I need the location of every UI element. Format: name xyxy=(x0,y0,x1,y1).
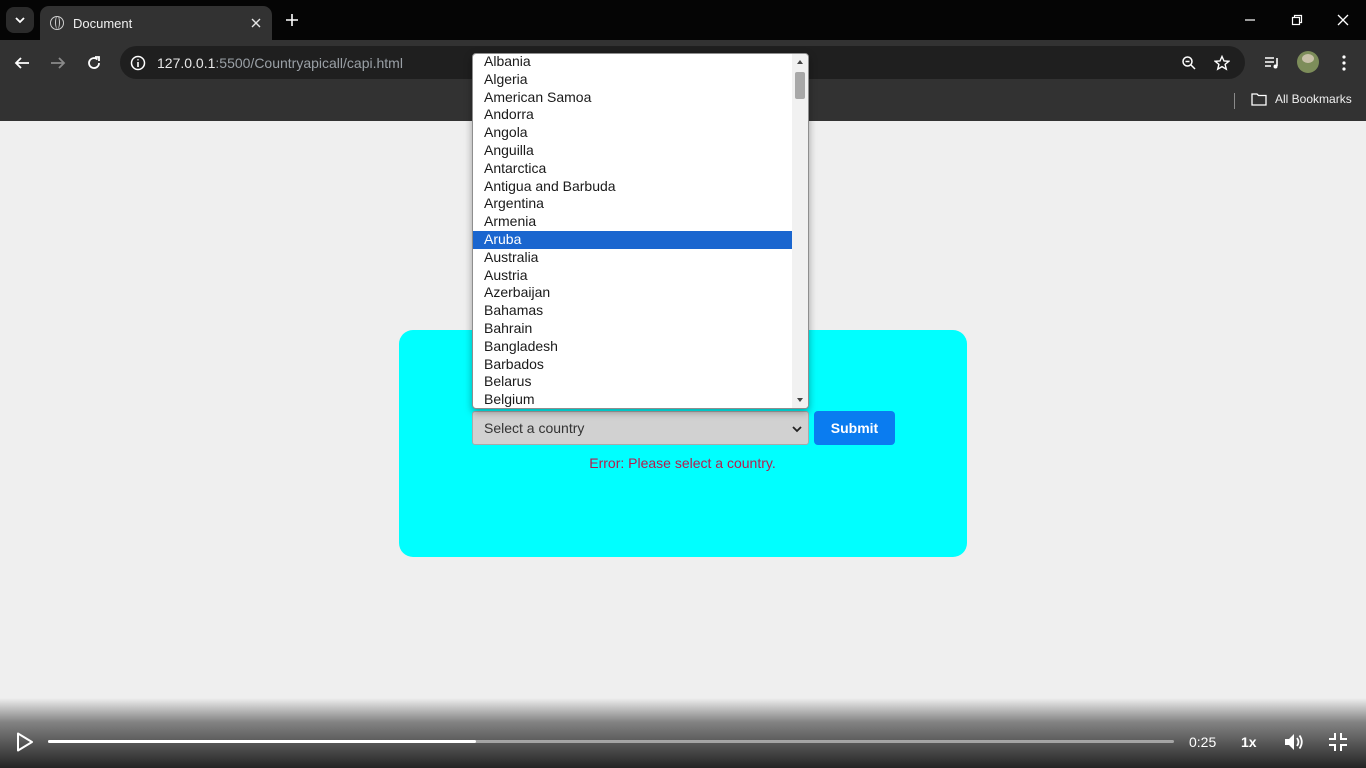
country-option[interactable]: Anguilla xyxy=(473,142,793,160)
bookmark-star-icon[interactable] xyxy=(1211,52,1233,74)
bookmarks-separator xyxy=(1234,93,1235,109)
country-options: Albania Algeria American Samoa Andorra Angol… xyxy=(473,54,793,408)
country-option[interactable]: Albania xyxy=(473,54,793,71)
minimize-icon xyxy=(1245,19,1255,21)
new-tab-button[interactable] xyxy=(280,8,304,32)
country-option[interactable]: Belgium xyxy=(473,391,793,408)
volume-icon xyxy=(1285,734,1303,750)
menu-kebab-icon[interactable] xyxy=(1330,49,1358,77)
country-option[interactable]: Austria xyxy=(473,267,793,285)
reload-button[interactable] xyxy=(80,49,108,77)
country-option[interactable]: Belarus xyxy=(473,373,793,391)
close-icon xyxy=(251,18,261,28)
folder-icon xyxy=(1251,93,1267,106)
exit-fullscreen-button[interactable] xyxy=(1325,729,1351,755)
scrollbar-thumb[interactable] xyxy=(795,72,805,99)
close-window-button[interactable] xyxy=(1329,8,1357,32)
tab-strip: Document xyxy=(0,0,1366,40)
dropdown-scrollbar[interactable] xyxy=(792,54,808,408)
tab-title: Document xyxy=(73,15,133,31)
close-icon xyxy=(1337,14,1349,26)
country-option[interactable]: Azerbaijan xyxy=(473,284,793,302)
back-button[interactable] xyxy=(8,49,36,77)
all-bookmarks-label: All Bookmarks xyxy=(1275,92,1352,106)
profile-avatar[interactable] xyxy=(1297,51,1319,73)
volume-button[interactable] xyxy=(1281,729,1307,755)
forward-button[interactable] xyxy=(44,49,72,77)
minimize-button[interactable] xyxy=(1236,8,1264,32)
site-info-icon[interactable] xyxy=(128,53,148,73)
restore-icon xyxy=(1291,14,1303,26)
video-controls: 0:25 1x xyxy=(0,698,1366,768)
country-select[interactable]: Select a country xyxy=(472,411,809,445)
country-dropdown-list[interactable]: Albania Algeria American Samoa Andorra Angol… xyxy=(472,53,809,409)
all-bookmarks-button[interactable]: All Bookmarks xyxy=(1251,92,1352,106)
country-option[interactable]: Bangladesh xyxy=(473,338,793,356)
country-option[interactable]: Barbados xyxy=(473,356,793,374)
chevron-down-icon xyxy=(15,17,25,24)
error-message: Error: Please select a country. xyxy=(589,455,776,471)
country-option[interactable]: Antarctica xyxy=(473,160,793,178)
submit-button[interactable]: Submit xyxy=(814,411,895,445)
chevron-down-icon xyxy=(792,426,802,433)
back-arrow-icon xyxy=(14,57,29,69)
country-option[interactable]: Andorra xyxy=(473,106,793,124)
plus-icon xyxy=(286,14,298,26)
browser-tab[interactable]: Document xyxy=(40,6,272,40)
reload-icon xyxy=(88,56,100,69)
play-icon xyxy=(17,732,33,752)
tab-close-button[interactable] xyxy=(245,12,267,34)
url-text: 127.0.0.1:5500/Countryapicall/capi.html xyxy=(157,55,403,71)
country-option[interactable]: American Samoa xyxy=(473,89,793,107)
restore-button[interactable] xyxy=(1283,8,1311,32)
globe-icon xyxy=(50,16,64,30)
country-option[interactable]: Bahrain xyxy=(473,320,793,338)
country-option[interactable]: Angola xyxy=(473,124,793,142)
country-option[interactable]: Australia xyxy=(473,249,793,267)
video-progress-fill xyxy=(48,740,476,743)
country-option[interactable]: Antigua and Barbuda xyxy=(473,178,793,196)
forward-arrow-icon xyxy=(51,57,66,69)
exit-fullscreen-icon xyxy=(1329,733,1347,751)
country-option[interactable]: Bahamas xyxy=(473,302,793,320)
scroll-down-arrow-icon[interactable] xyxy=(796,396,804,404)
zoom-icon[interactable] xyxy=(1178,52,1200,74)
country-option[interactable]: Algeria xyxy=(473,71,793,89)
country-option[interactable]: Argentina xyxy=(473,195,793,213)
playback-speed-button[interactable]: 1x xyxy=(1241,734,1257,750)
play-button[interactable] xyxy=(12,730,38,754)
video-progress-bar[interactable] xyxy=(48,740,1174,743)
scroll-up-arrow-icon[interactable] xyxy=(796,58,804,66)
tab-search-button[interactable] xyxy=(6,7,34,33)
country-option[interactable]: Armenia xyxy=(473,213,793,231)
video-time: 0:25 xyxy=(1189,734,1217,750)
media-controls-icon[interactable] xyxy=(1258,49,1286,77)
country-select-value: Select a country xyxy=(484,420,585,436)
country-option[interactable]: Aruba xyxy=(473,230,793,249)
